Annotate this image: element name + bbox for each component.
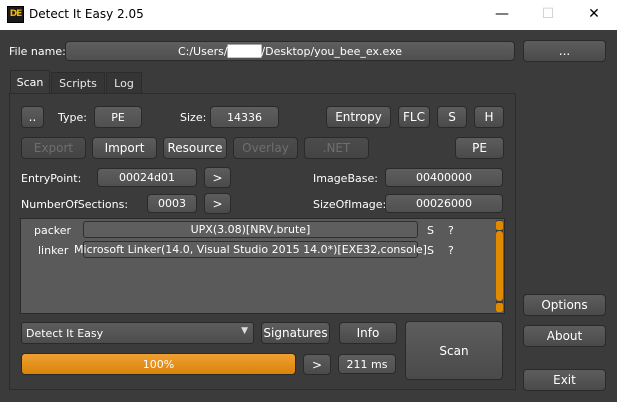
resource-button[interactable]: Resource — [163, 137, 227, 159]
size-label: Size: — [180, 111, 207, 124]
pe-button[interactable]: PE — [455, 137, 504, 159]
result-type-linker: linker — [38, 244, 69, 257]
next-arrow-button[interactable]: > — [303, 354, 331, 375]
file-path-field[interactable]: C:/Users/████/Desktop/you_bee_ex.exe — [65, 41, 515, 61]
about-button[interactable]: About — [523, 325, 606, 347]
entrypoint-field: 00024d01 — [97, 168, 197, 187]
sections-label: NumberOfSections: — [21, 198, 129, 211]
scroll-up-arrow-icon[interactable] — [496, 221, 503, 230]
entrypoint-arrow-button[interactable]: > — [204, 167, 231, 188]
scrollbar-handle[interactable] — [496, 231, 503, 301]
result-info-button[interactable]: ? — [448, 244, 454, 257]
maximize-icon[interactable]: ☐ — [525, 0, 571, 30]
scan-button[interactable]: Scan — [405, 321, 503, 380]
import-button[interactable]: Import — [92, 137, 157, 159]
engine-select[interactable]: Detect It Easy ▼ — [21, 322, 254, 344]
chevron-down-icon: ▼ — [241, 326, 248, 336]
tab-log[interactable]: Log — [106, 72, 142, 93]
sections-field: 0003 — [147, 194, 197, 213]
type-label: Type: — [58, 111, 87, 124]
minimize-icon[interactable]: — — [479, 0, 525, 30]
result-name-packer[interactable]: UPX(3.08)[NRV,brute] — [83, 221, 418, 238]
result-signature-button[interactable]: S — [427, 224, 434, 237]
sizeofimage-field: 00026000 — [385, 194, 503, 213]
size-field: 14336 — [210, 106, 279, 128]
app-logo-icon: DE — [7, 6, 24, 23]
overlay-button[interactable]: Overlay — [233, 137, 298, 159]
tab-scan[interactable]: Scan — [10, 70, 50, 93]
elapsed-time: 211 ms — [338, 354, 396, 374]
window-title: Detect It Easy 2.05 — [29, 7, 144, 21]
progress-bar: 100% — [21, 353, 296, 375]
progress-text: 100% — [142, 357, 175, 371]
file-name-label: File name: — [9, 45, 66, 58]
tab-scripts[interactable]: Scripts — [51, 72, 105, 93]
net-button[interactable]: .NET — [304, 137, 369, 159]
browse-button[interactable]: ... — [523, 40, 606, 62]
result-type-packer: packer — [34, 224, 72, 237]
info-button[interactable]: Info — [339, 322, 397, 344]
options-button[interactable]: Options — [523, 294, 606, 316]
engine-select-value: Detect It Easy — [26, 327, 104, 340]
flc-button[interactable]: FLC — [398, 106, 430, 128]
strings-button[interactable]: S — [437, 106, 467, 128]
signatures-button[interactable]: Signatures — [261, 322, 330, 344]
result-signature-button[interactable]: S — [427, 244, 434, 257]
export-button[interactable]: Export — [21, 137, 86, 159]
entrypoint-label: EntryPoint: — [21, 172, 82, 185]
scroll-down-arrow-icon[interactable] — [496, 303, 503, 312]
entropy-button[interactable]: Entropy — [326, 106, 391, 128]
sections-arrow-button[interactable]: > — [204, 193, 231, 214]
exit-button[interactable]: Exit — [523, 369, 606, 391]
sizeofimage-label: SizeOfImage: — [313, 198, 387, 211]
type-field[interactable]: PE — [94, 106, 142, 128]
parent-dir-button[interactable]: .. — [21, 106, 44, 128]
imagebase-label: ImageBase: — [313, 172, 378, 185]
result-name-linker[interactable]: Microsoft Linker(14.0, Visual Studio 201… — [74, 241, 427, 258]
close-icon[interactable]: ✕ — [571, 0, 617, 30]
result-info-button[interactable]: ? — [448, 224, 454, 237]
imagebase-field: 00400000 — [385, 168, 503, 187]
hex-button[interactable]: H — [474, 106, 504, 128]
